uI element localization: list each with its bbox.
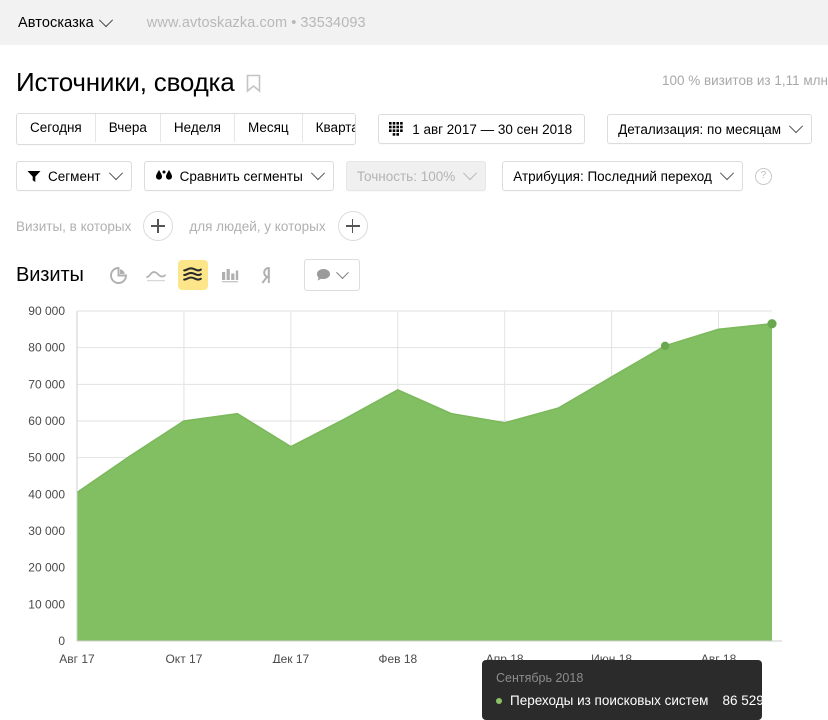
separator-dot: •: [291, 14, 297, 31]
add-visit-filter-button[interactable]: [143, 211, 174, 241]
compare-segments-button[interactable]: Сравнить сегменты: [143, 161, 334, 191]
comment-button[interactable]: [303, 259, 360, 291]
visits-share-note: 100 % визитов из 1,11 млн: [661, 73, 828, 88]
counter-id: 33534093: [300, 14, 366, 31]
tooltip-title: Сентябрь 2018: [496, 671, 584, 685]
chart-x-tick: Фев 18: [378, 652, 417, 663]
bookmark-icon[interactable]: [246, 74, 261, 93]
chart-x-tick: Дек 17: [272, 652, 309, 663]
chevron-down-icon: [98, 12, 113, 27]
chart-y-tick: 20 000: [28, 561, 65, 575]
chart-y-tick: 70 000: [28, 377, 65, 391]
compare-segments-label: Сравнить сегменты: [179, 168, 303, 184]
segment-button[interactable]: Сегмент: [16, 161, 132, 191]
chart-type-map[interactable]: [252, 260, 282, 290]
top-account-bar: Автосказка www.avtoskazka.com • 33534093: [0, 0, 828, 45]
chart-y-tick: 50 000: [28, 451, 65, 465]
chart-y-tick: 10 000: [28, 597, 65, 611]
period-week[interactable]: Неделя: [160, 114, 235, 142]
pie-chart-icon: [110, 266, 128, 284]
attribution-label: Атрибуция: Последний переход: [513, 168, 712, 184]
period-month[interactable]: Месяц: [234, 114, 303, 142]
detail-select[interactable]: Детализация: по месяцам: [607, 114, 812, 144]
chevron-down-icon: [788, 119, 804, 134]
chart-x-tick: Авг 17: [59, 652, 95, 663]
accuracy-label: Точность: 100%: [356, 168, 456, 184]
calendar-icon: [389, 122, 403, 136]
date-range-label: 1 авг 2017 — 30 сен 2018: [412, 121, 573, 137]
site-url: www.avtoskazka.com: [146, 14, 288, 31]
segment-label: Сегмент: [48, 168, 101, 184]
chart-hover-point[interactable]: [660, 341, 670, 351]
account-switcher[interactable]: Автосказка: [18, 12, 113, 31]
chart-y-tick: 90 000: [28, 304, 65, 318]
tooltip-row: Переходы из поисковых систем 86 529: [496, 693, 764, 708]
chart-tooltip: Сентябрь 2018 Переходы из поисковых сист…: [482, 660, 764, 720]
site-info: www.avtoskazka.com • 33534093: [147, 15, 366, 31]
map-pin-icon: [261, 266, 271, 284]
metric-title: Визиты: [16, 263, 84, 286]
chevron-down-icon: [463, 166, 478, 181]
date-range-picker[interactable]: 1 авг 2017 — 30 сен 2018: [378, 114, 586, 144]
help-icon[interactable]: ?: [754, 167, 772, 185]
segment-toolbar: Сегмент Сравнить сегменты Точность: 100%…: [0, 161, 828, 191]
tooltip-series-dot: [496, 697, 502, 704]
metric-row: Визиты: [0, 259, 828, 291]
page-title: Источники, сводка: [16, 67, 235, 97]
chart-y-tick: 0: [58, 634, 65, 648]
chevron-down-icon: [310, 166, 325, 181]
chevron-down-icon: [719, 166, 734, 181]
chart-series-area: [76, 322, 773, 641]
chart-y-tick: 80 000: [28, 341, 65, 355]
add-people-filter-button[interactable]: [337, 211, 368, 241]
period-toolbar: Сегодня Вчера Неделя Месяц Квартал Год 1…: [0, 113, 828, 145]
period-button-group: Сегодня Вчера Неделя Месяц Квартал Год: [16, 113, 357, 145]
area-chart-icon: [183, 267, 203, 281]
chart-type-pie[interactable]: [104, 260, 134, 290]
account-name: Автосказка: [18, 14, 94, 31]
compare-segments-icon: [155, 169, 173, 183]
chart-y-axis-labels: 0 10 000 20 000 30 000 40 000 50 000 60 000 70 …: [28, 304, 65, 648]
chart-type-area[interactable]: [177, 260, 208, 290]
detail-select-label: Детализация: по месяцам: [618, 121, 781, 137]
chevron-down-icon: [336, 265, 350, 279]
people-filter-label: для людей, у которых: [189, 218, 326, 234]
chart-type-bar[interactable]: [215, 260, 245, 290]
chart-area: 0 10 000 20 000 30 000 40 000 50 000 60 000 70 …: [0, 303, 828, 720]
visits-filter-label: Визиты, в которых: [16, 218, 132, 234]
speech-bubble-icon: [317, 269, 331, 281]
line-chart-icon: [145, 271, 166, 282]
chart-type-line[interactable]: [141, 260, 171, 290]
chevron-down-icon: [108, 166, 123, 181]
chart-y-tick: 40 000: [28, 487, 65, 501]
visits-area-chart[interactable]: 0 10 000 20 000 30 000 40 000 50 000 60 000 70 …: [0, 303, 828, 663]
tooltip-value: 86 529: [722, 693, 764, 708]
period-yesterday[interactable]: Вчера: [95, 114, 161, 142]
attribution-select[interactable]: Атрибуция: Последний переход: [502, 161, 743, 191]
bar-chart-icon: [221, 269, 238, 283]
chart-y-tick: 60 000: [28, 414, 65, 428]
chart-x-tick: Окт 17: [165, 652, 202, 663]
chart-highlight-point[interactable]: [767, 319, 777, 329]
tooltip-series-label: Переходы из поисковых систем: [510, 693, 709, 708]
period-quarter[interactable]: Квартал: [302, 114, 356, 142]
funnel-icon: [27, 170, 41, 183]
page-title-row: Источники, сводка 100 % визитов из 1,11 …: [0, 45, 828, 97]
chart-y-tick: 30 000: [28, 524, 65, 538]
accuracy-select[interactable]: Точность: 100%: [345, 161, 487, 191]
period-today[interactable]: Сегодня: [17, 114, 96, 142]
filter-row: Визиты, в которых для людей, у которых: [0, 211, 828, 241]
